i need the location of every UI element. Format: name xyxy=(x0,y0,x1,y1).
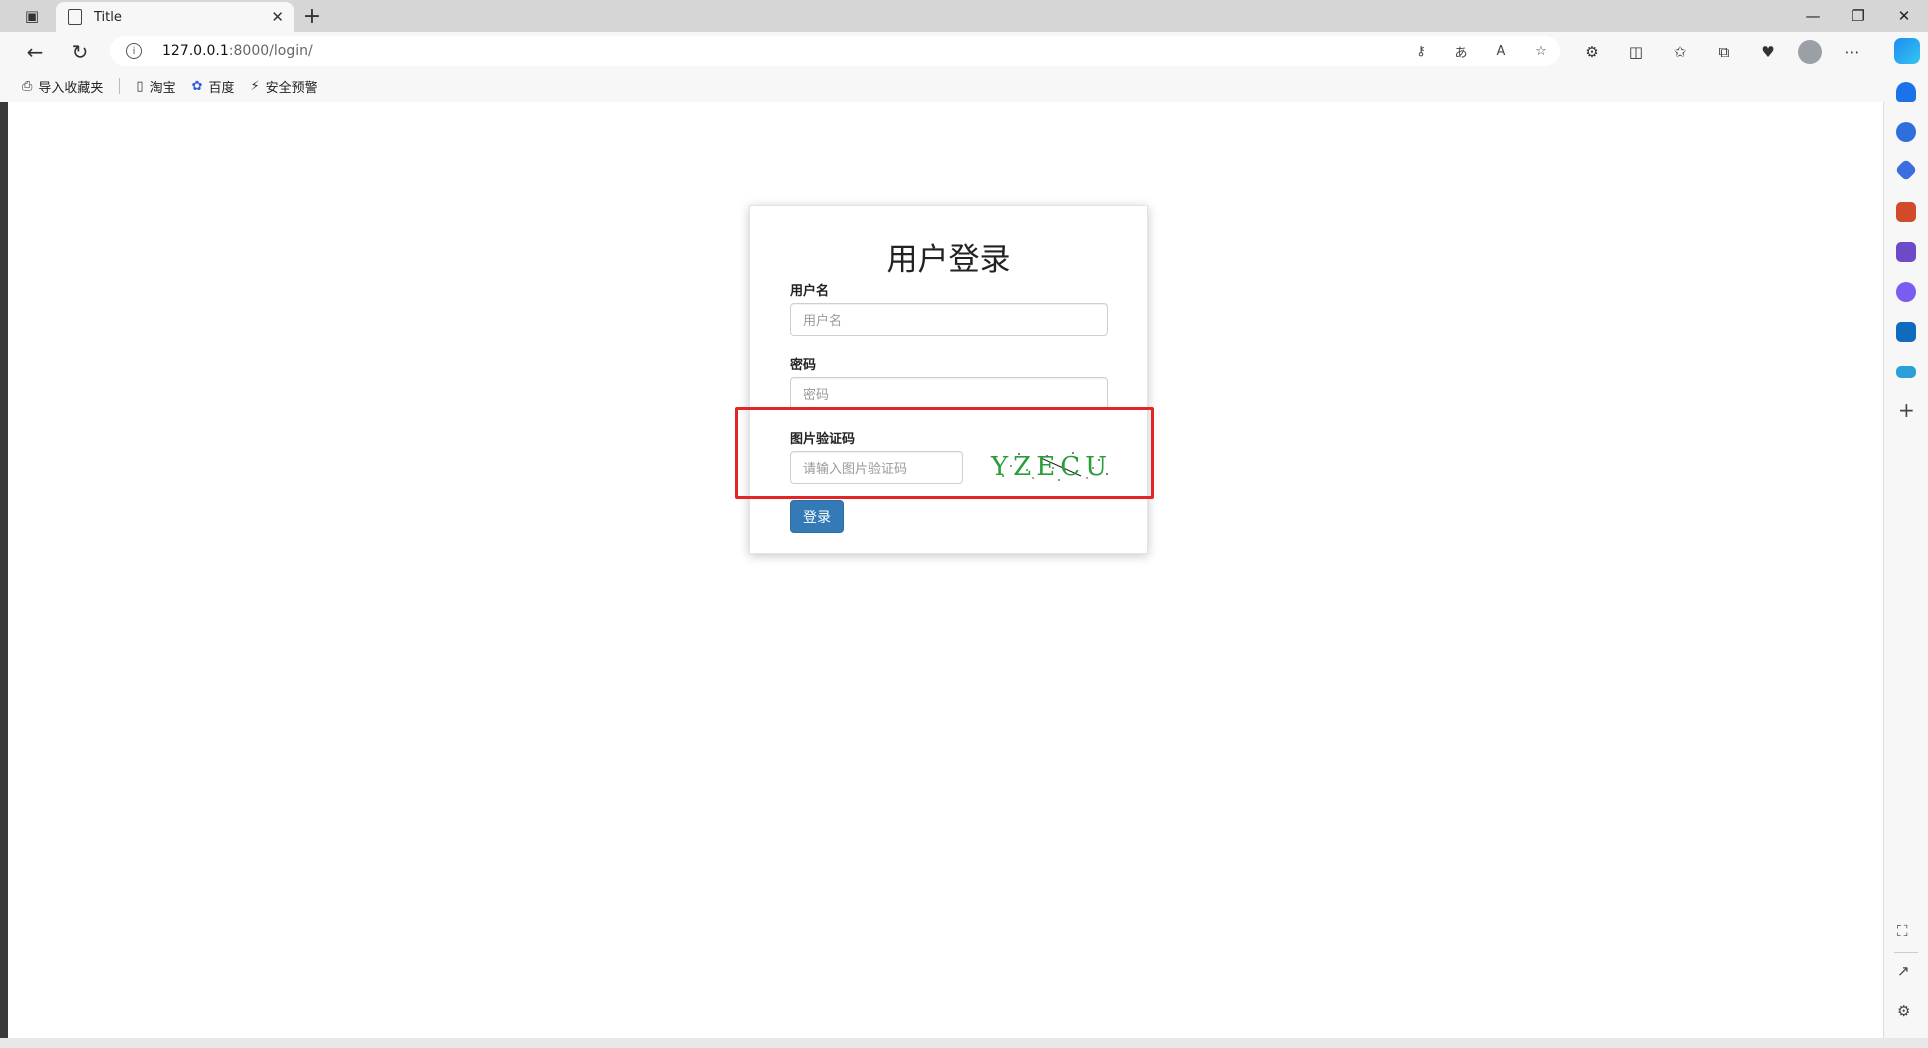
copilot-icon[interactable] xyxy=(1894,38,1920,64)
address-bar[interactable]: i 127.0.0.1 :8000/login/ ⚷ あ A ☆ xyxy=(110,36,1560,66)
bookmark-label: 安全预警 xyxy=(265,80,318,96)
tab-actions-icon[interactable]: ▣ xyxy=(20,4,44,28)
page-icon xyxy=(68,9,82,25)
restore-icon[interactable]: ❐ xyxy=(1843,4,1873,28)
notifications-bell-icon[interactable] xyxy=(1896,82,1916,102)
url-path: :8000/login/ xyxy=(228,43,313,59)
bookmarks-bar: ⎙ 导入收藏夹 ▯ 淘宝 ✿ 百度 ⚡ 安全预警 xyxy=(0,70,1928,102)
captcha-highlight-box xyxy=(735,407,1154,499)
security-alert-icon: ⚡ xyxy=(250,78,260,94)
new-tab-icon[interactable]: + xyxy=(300,4,324,29)
bookmark-taobao[interactable]: ▯ 淘宝 xyxy=(136,77,175,96)
username-label: 用户名 xyxy=(790,284,830,299)
more-menu-icon[interactable]: ⋯ xyxy=(1838,38,1866,66)
horizontal-scrollbar[interactable] xyxy=(0,1038,1928,1048)
outlook-icon[interactable] xyxy=(1896,322,1916,342)
login-button[interactable]: 登录 xyxy=(790,500,844,533)
bookmark-divider xyxy=(119,78,121,94)
username-input[interactable]: 用户名 xyxy=(790,303,1108,336)
collections-icon[interactable]: ⧉ xyxy=(1710,38,1738,66)
close-tab-icon[interactable]: ✕ xyxy=(271,8,284,26)
add-sidebar-app-icon[interactable]: + xyxy=(1898,398,1915,422)
browser-toolbar: ← ↻ i 127.0.0.1 :8000/login/ ⚷ あ A ☆ ⚙ ◫… xyxy=(0,32,1928,70)
refresh-icon[interactable]: ↻ xyxy=(66,38,94,66)
tools-briefcase-icon[interactable] xyxy=(1896,202,1916,222)
screenshot-icon[interactable]: ⛶ xyxy=(1897,922,1908,940)
profile-avatar[interactable] xyxy=(1798,40,1822,64)
page-icon: ▯ xyxy=(136,78,144,94)
page-title: 用户登录 xyxy=(886,242,1011,278)
shopping-tag-icon[interactable] xyxy=(1894,158,1918,182)
password-label: 密码 xyxy=(790,358,817,373)
performance-icon[interactable]: ♥ xyxy=(1754,38,1782,66)
search-icon[interactable] xyxy=(1896,122,1916,142)
baidu-paw-icon: ✿ xyxy=(191,78,203,94)
send-drop-icon[interactable] xyxy=(1896,366,1916,378)
bookmark-import[interactable]: ⎙ 导入收藏夹 xyxy=(22,77,103,96)
sidebar-divider xyxy=(1894,952,1918,953)
sidebar-settings-icon[interactable]: ⚙ xyxy=(1897,1002,1910,1020)
favorite-star-icon[interactable]: ☆ xyxy=(1530,40,1552,62)
edge-sidebar: + ⛶ ↗ ⚙ xyxy=(1884,70,1928,1048)
bookmark-security-alert[interactable]: ⚡ 安全预警 xyxy=(251,77,318,96)
read-aloud-icon[interactable]: A xyxy=(1490,40,1512,62)
open-external-icon[interactable]: ↗ xyxy=(1897,962,1910,980)
active-tab[interactable]: Title ✕ xyxy=(56,2,294,32)
bookmark-label: 淘宝 xyxy=(149,80,176,96)
import-favorites-icon: ⎙ xyxy=(22,78,33,94)
url-host: 127.0.0.1 xyxy=(162,43,229,59)
login-card: 用户登录 用户名 用户名 密码 密码 图片验证码 请输入图片验证码 YZECU … xyxy=(749,205,1148,554)
back-icon[interactable]: ← xyxy=(21,38,49,66)
translate-icon[interactable]: あ xyxy=(1450,40,1472,62)
password-key-icon[interactable]: ⚷ xyxy=(1410,40,1432,62)
split-screen-icon[interactable]: ◫ xyxy=(1622,38,1650,66)
bookmark-label: 导入收藏夹 xyxy=(38,80,104,96)
games-chess-icon[interactable] xyxy=(1896,242,1916,262)
favorites-icon[interactable]: ✩ xyxy=(1666,38,1694,66)
copilot-apps-icon[interactable] xyxy=(1896,282,1916,302)
info-icon[interactable]: i xyxy=(126,43,142,59)
tab-title: Title xyxy=(94,9,122,25)
tab-bar: ▣ Title ✕ + — ❐ ✕ xyxy=(0,0,1928,32)
left-window-edge xyxy=(0,102,8,1048)
extensions-icon[interactable]: ⚙ xyxy=(1578,38,1606,66)
minimize-icon[interactable]: — xyxy=(1798,4,1828,28)
bookmark-label: 百度 xyxy=(208,80,235,96)
bookmark-baidu[interactable]: ✿ 百度 xyxy=(192,77,235,96)
password-input[interactable]: 密码 xyxy=(790,377,1108,410)
close-window-icon[interactable]: ✕ xyxy=(1889,4,1919,28)
